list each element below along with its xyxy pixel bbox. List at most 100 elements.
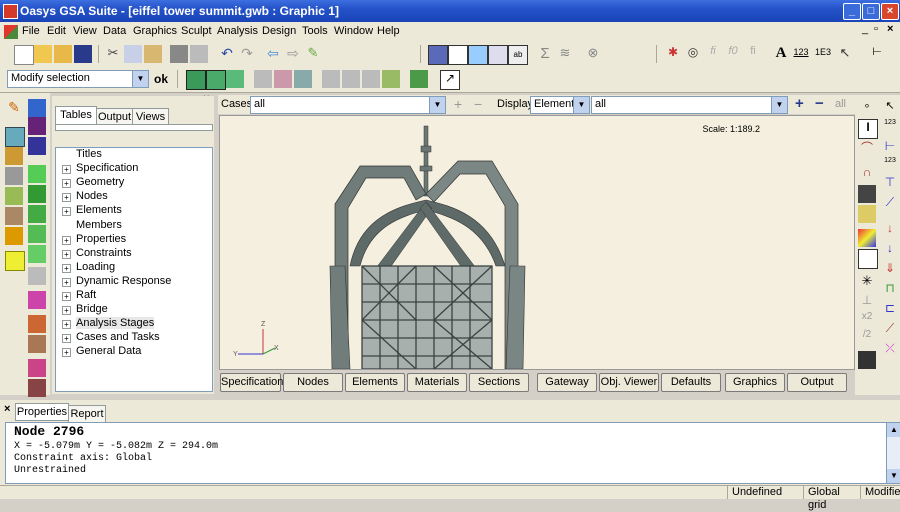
mdi-restore-button[interactable]: ▫ <box>874 23 878 35</box>
menu-data[interactable]: Data <box>103 25 126 37</box>
solve-icon[interactable]: ≋ <box>556 45 574 63</box>
connect-icon[interactable] <box>28 225 46 243</box>
display-type-dropdown[interactable]: Elements ▼ <box>530 96 590 114</box>
support-icon[interactable] <box>5 167 23 185</box>
cross-tool-icon[interactable] <box>28 379 46 397</box>
menu-design[interactable]: Design <box>262 25 296 37</box>
properties-close-icon[interactable]: × <box>4 403 10 415</box>
legend-icon[interactable] <box>858 249 878 269</box>
selection-mode-dropdown[interactable]: Modify selection ▼ <box>7 70 149 88</box>
menu-analysis[interactable]: Analysis <box>217 25 258 37</box>
mdi-close-button[interactable]: × <box>887 23 893 35</box>
text-cursor-icon[interactable]: I <box>858 119 878 139</box>
tree-item-loading[interactable]: + Loading <box>56 261 210 275</box>
cursor-tool-icon[interactable]: ↗ <box>440 70 460 90</box>
expand-icon[interactable]: + <box>62 165 71 175</box>
node-grid-icon[interactable] <box>28 99 46 117</box>
copy-icon[interactable] <box>124 45 142 63</box>
terminal-icon[interactable] <box>858 351 876 369</box>
tab-properties[interactable]: Properties <box>15 403 69 421</box>
properties-scrollbar[interactable]: ▲ ▼ <box>886 422 900 484</box>
lock-icon[interactable] <box>5 227 23 245</box>
tree-item-specification[interactable]: + Specification <box>56 162 210 176</box>
toolbar-extra-icon[interactable]: ⊢ <box>868 45 886 63</box>
tree-item-general-data[interactable]: + General Data <box>56 345 210 359</box>
elements-button[interactable]: Elements <box>345 373 405 392</box>
specification-button[interactable]: Specification <box>220 373 283 392</box>
tree-item-elements[interactable]: + Elements <box>56 204 210 218</box>
chart-tool-icon[interactable] <box>28 291 46 309</box>
span-icon[interactable]: ⊏ <box>881 301 899 319</box>
expand-icon[interactable]: + <box>62 235 71 245</box>
mdi-minimize-button[interactable]: _ <box>862 23 868 35</box>
expand-icon[interactable]: + <box>62 320 71 330</box>
expand-icon[interactable]: + <box>62 249 71 259</box>
axis-tool-2-icon[interactable]: ⊤ <box>881 175 899 193</box>
tree-item-analysis-stages[interactable]: + Analysis Stages <box>56 317 210 331</box>
expand-icon[interactable]: + <box>62 334 71 344</box>
function-i-icon[interactable]: fi <box>744 45 762 63</box>
grid-nodes-icon[interactable] <box>28 245 46 263</box>
expand-icon[interactable]: + <box>62 207 71 217</box>
pointer-small-icon[interactable]: ↖ <box>881 99 899 117</box>
load-down-icon[interactable]: ⇓ <box>881 261 899 279</box>
menu-view[interactable]: View <box>73 25 97 37</box>
output-button[interactable]: Output <box>787 373 847 392</box>
tab-report[interactable]: Report <box>68 405 106 423</box>
help-query-icon[interactable] <box>28 137 46 155</box>
tree-item-dynamic-response[interactable]: + Dynamic Response <box>56 275 210 289</box>
sections-button[interactable]: Sections <box>469 373 529 392</box>
view-iso-icon[interactable] <box>274 70 292 88</box>
number-tool-icon[interactable]: 123 <box>881 119 899 137</box>
tree-item-bridge[interactable]: + Bridge <box>56 303 210 317</box>
slope-2-icon[interactable]: ⟋ <box>881 321 899 339</box>
merge-icon[interactable] <box>28 205 46 223</box>
ok-button[interactable]: ok <box>154 72 168 86</box>
pan-icon[interactable] <box>226 70 244 88</box>
cases-dropdown[interactable]: all ▼ <box>250 96 446 114</box>
save-icon[interactable] <box>74 45 92 63</box>
nodes-icon[interactable] <box>28 185 46 203</box>
graphics-button[interactable]: Graphics <box>725 373 785 392</box>
remove-display-button[interactable]: − <box>815 95 824 112</box>
tree-item-titles[interactable]: Titles <box>56 148 210 162</box>
node-label-icon[interactable]: ∘ <box>858 99 876 117</box>
element-tool-icon[interactable] <box>5 127 25 147</box>
menu-graphics[interactable]: Graphics <box>133 25 177 37</box>
arrow-down-icon[interactable]: ↓ <box>881 241 899 259</box>
output-view-icon[interactable] <box>468 45 488 65</box>
obj-viewer-button[interactable]: Obj. Viewer <box>599 373 659 392</box>
asterisk-icon[interactable]: ✳ <box>858 273 876 291</box>
building-icon[interactable] <box>5 147 23 165</box>
animate-icon[interactable] <box>410 70 428 88</box>
forward-icon[interactable]: ⇨ <box>284 45 302 63</box>
tree-item-members[interactable]: Members <box>56 219 210 233</box>
expand-icon[interactable]: + <box>62 193 71 203</box>
add-display-button[interactable]: + <box>795 95 804 112</box>
gradient-tool-icon[interactable] <box>28 359 46 377</box>
function-icon[interactable]: fi <box>704 45 722 63</box>
node-add-icon[interactable] <box>28 165 46 183</box>
tree-item-cases-and-tasks[interactable]: + Cases and Tasks <box>56 331 210 345</box>
print-preview-icon[interactable] <box>190 45 208 63</box>
arc-icon[interactable]: ∩ <box>858 165 876 183</box>
view-side-icon[interactable] <box>342 70 360 88</box>
nodes-button[interactable]: Nodes <box>283 373 343 392</box>
load-icon[interactable] <box>5 207 23 225</box>
tab-tables[interactable]: Tables <box>55 106 97 125</box>
close-button[interactable]: × <box>881 3 899 20</box>
gateway-button[interactable]: Gateway <box>537 373 597 392</box>
moment-icon[interactable]: ↓ <box>881 221 899 239</box>
film-icon[interactable] <box>858 185 876 203</box>
sigma-icon[interactable]: Σ <box>536 45 554 63</box>
display-filter-dropdown[interactable]: all ▼ <box>591 96 788 114</box>
contour-icon[interactable] <box>858 229 876 247</box>
undo-icon[interactable]: ↶ <box>218 45 236 63</box>
expand-icon[interactable]: + <box>62 306 71 316</box>
minimize-button[interactable]: _ <box>843 3 861 20</box>
table-view-icon[interactable] <box>428 45 448 65</box>
scroll-down-icon[interactable]: ▼ <box>887 469 900 483</box>
tree-item-properties[interactable]: + Properties <box>56 233 210 247</box>
text-size-icon[interactable]: A <box>772 45 790 63</box>
section-tool-icon[interactable] <box>28 315 46 333</box>
